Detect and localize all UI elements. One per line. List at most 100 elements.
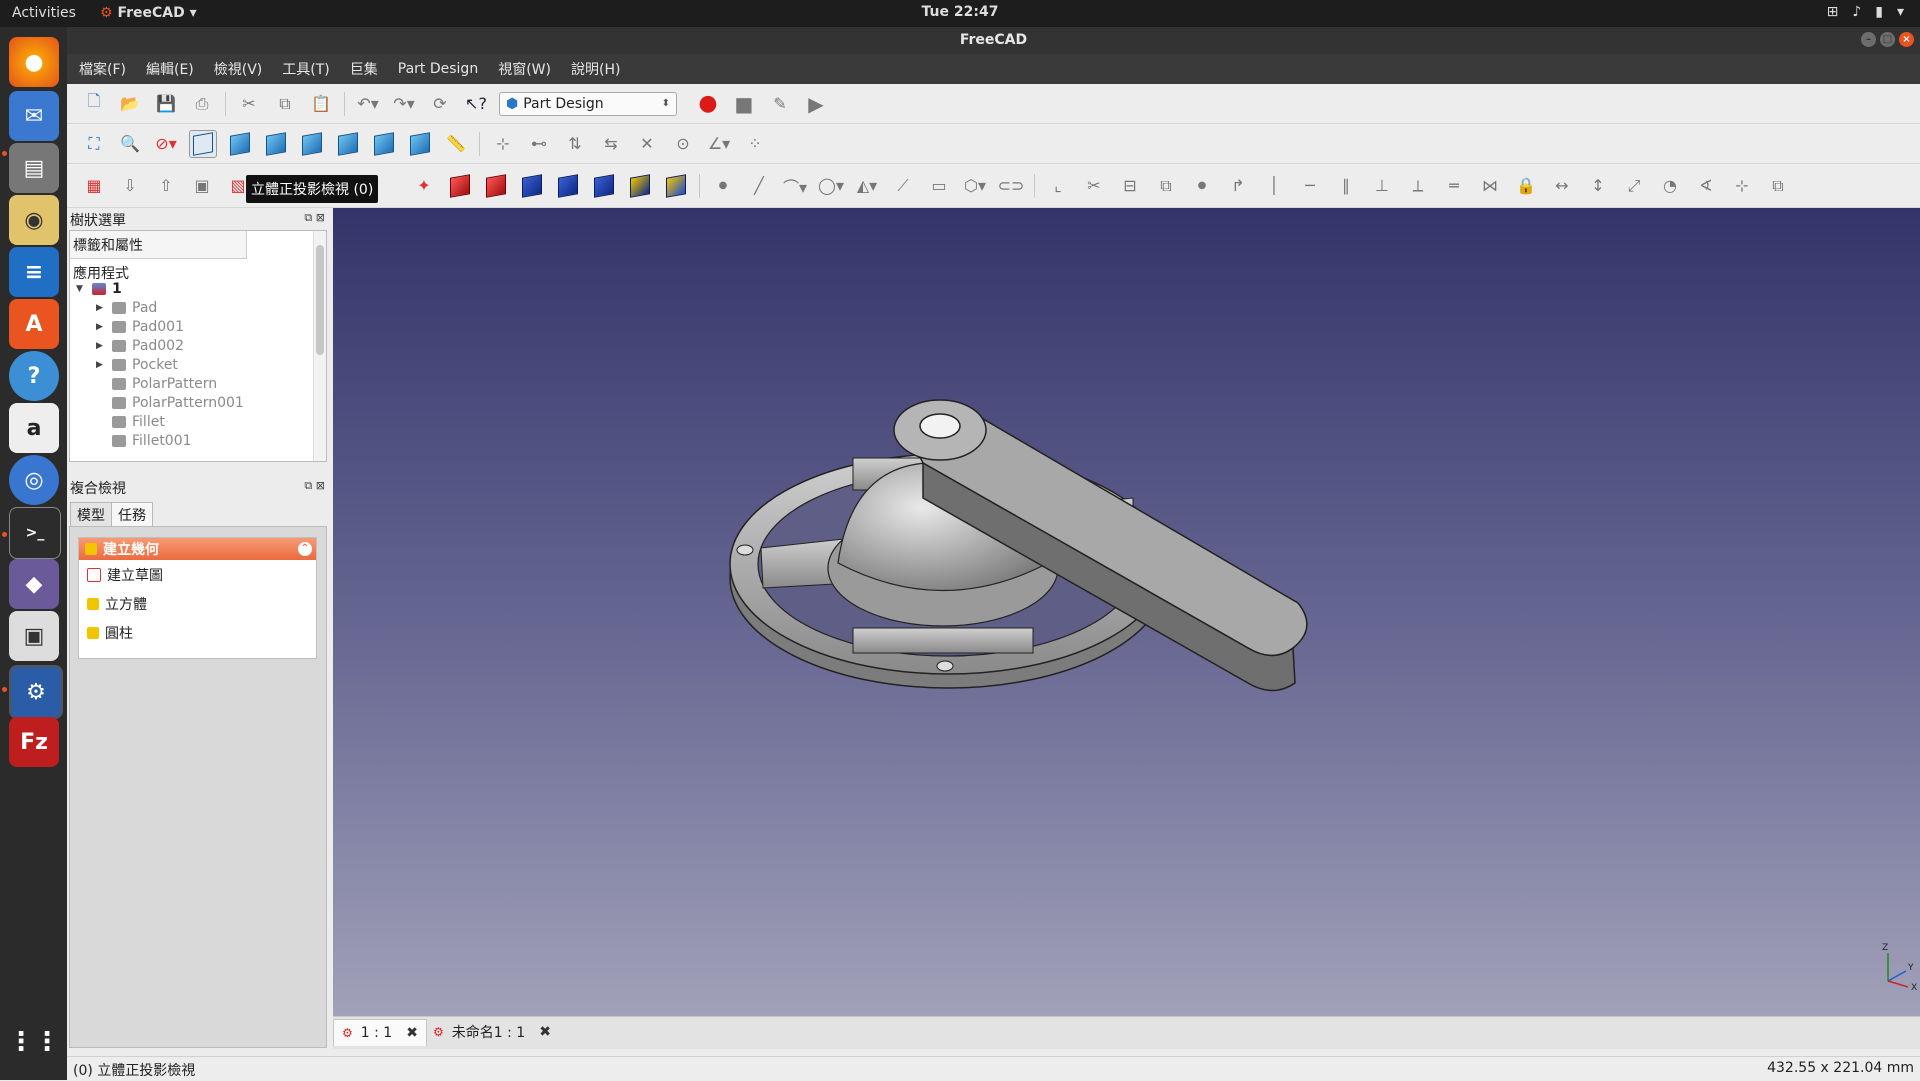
map-sketch-icon[interactable]: ▣ [189, 173, 215, 199]
tab-model[interactable]: 模型 [70, 502, 112, 528]
clock[interactable]: Tue 22:47 [0, 4, 1920, 20]
expand-triangle-icon[interactable]: ▶ [96, 360, 106, 370]
measure-distance-icon[interactable]: 📏 [443, 131, 469, 157]
revolution-icon[interactable] [483, 173, 509, 199]
filezilla-icon[interactable]: Fz [9, 717, 59, 767]
files-icon[interactable]: ▤ [9, 143, 59, 193]
constrain-point-on-curve-icon[interactable]: ↱ [1225, 173, 1251, 199]
close-icon[interactable]: × [1899, 32, 1914, 47]
tree-item[interactable]: PolarPattern [112, 376, 217, 392]
run-macro-icon[interactable]: ▶ [803, 91, 829, 117]
constrain-radius-icon[interactable]: ⊙ [670, 131, 696, 157]
terminal-icon[interactable]: >_ [9, 507, 61, 559]
fit-selection-icon[interactable]: 🔍 [117, 131, 143, 157]
3d-model[interactable] [333, 208, 1920, 1016]
fillet-icon[interactable]: ⌞ [1045, 173, 1071, 199]
menu-macro[interactable]: 巨集 [350, 59, 378, 79]
constrain-lock-icon[interactable]: 🔒 [1513, 173, 1539, 199]
tree-view[interactable]: 標籤和屬性 應用程式 ▼ 1 ▶ Pad ▶ Pad001 ▶ Pad002 ▶ Poc… [69, 230, 327, 462]
rectangle-icon[interactable]: ▭ [926, 173, 952, 199]
save-icon[interactable]: 💾 [153, 91, 179, 117]
draw-style-icon[interactable]: ⊘▾ [153, 131, 179, 157]
workbench-selector[interactable]: ⬢ Part Design ⬍ [499, 91, 677, 116]
additive-loft-icon[interactable] [627, 173, 653, 199]
help-icon[interactable]: ? [9, 351, 59, 401]
constrain-tangent-icon[interactable]: ⟂ [1405, 173, 1431, 199]
constrain-perpendicular-icon[interactable]: ⊥ [1369, 173, 1395, 199]
polyline-icon[interactable]: ⟋ [890, 173, 916, 199]
hole-icon[interactable] [555, 173, 581, 199]
pocket-icon[interactable] [519, 173, 545, 199]
show-apps-icon[interactable]: ⋮⋮ [8, 1017, 60, 1067]
polygon-icon[interactable]: ⬡▾ [962, 173, 988, 199]
arc-icon[interactable]: ⌒▾ [782, 173, 808, 199]
task-panel-header[interactable]: 建立幾何 ⌃ [79, 538, 316, 560]
import-icon[interactable]: ⇧ [153, 173, 179, 199]
print-icon[interactable]: ⎙ [189, 91, 215, 117]
bottom-view-icon[interactable] [371, 131, 397, 157]
constrain-horizontal-distance-icon[interactable]: ⇆ [598, 131, 624, 157]
constrain-horizontal-icon[interactable]: ─ [1297, 173, 1323, 199]
task-create-cube[interactable]: 立方體 [79, 589, 316, 618]
constrain-snell-icon[interactable]: ⊹ [1729, 173, 1755, 199]
text-editor-icon[interactable]: ◆ [9, 559, 59, 609]
menu-part-design[interactable]: Part Design [398, 61, 478, 77]
carbon-copy-icon[interactable]: ⧉ [1153, 173, 1179, 199]
camera-icon[interactable]: ▣ [9, 611, 59, 661]
copy-icon[interactable]: ⧉ [272, 91, 298, 117]
close-tab-icon[interactable]: ✖ [539, 1024, 551, 1040]
fit-all-icon[interactable]: ⛶ [81, 131, 107, 157]
minimize-icon[interactable]: – [1861, 32, 1876, 47]
groove-icon[interactable] [591, 173, 617, 199]
menu-file[interactable]: 檔案(F) [79, 59, 126, 79]
cut-icon[interactable]: ✂ [236, 91, 262, 117]
redo-icon[interactable]: ↷▾ [391, 91, 417, 117]
tab-tasks[interactable]: 任務 [111, 502, 153, 528]
expand-triangle-icon[interactable]: ▶ [96, 322, 106, 332]
maximize-icon[interactable]: □ [1880, 32, 1895, 47]
refresh-icon[interactable]: ⟳ [427, 91, 453, 117]
tree-root-document[interactable]: ▼ 1 [76, 281, 122, 297]
menu-help[interactable]: 說明(H) [571, 59, 620, 79]
scrollbar-thumb[interactable] [316, 245, 324, 355]
create-sketch-icon[interactable]: ▦ [81, 173, 107, 199]
trim-icon[interactable]: ✂ [1081, 173, 1107, 199]
doc-tab-untitled[interactable]: ⚙ 未命名1 : 1 ✖ [425, 1019, 559, 1045]
amazon-icon[interactable]: a [9, 403, 59, 453]
tree-item[interactable]: ▶ Pad [96, 300, 157, 316]
left-view-icon[interactable] [407, 131, 433, 157]
toggle-construction-icon[interactable]: ⧉ [1765, 173, 1791, 199]
tree-item[interactable]: Fillet [112, 414, 165, 430]
libreoffice-writer-icon[interactable]: ≡ [9, 247, 59, 297]
pad-icon[interactable] [447, 173, 473, 199]
constrain-equal-icon[interactable]: ═ [1441, 173, 1467, 199]
tree-column-header[interactable]: 標籤和屬性 [70, 231, 247, 259]
tree-item[interactable]: ▶ Pad001 [96, 319, 184, 335]
menu-windows[interactable]: 視窗(W) [498, 59, 551, 79]
record-macro-icon[interactable]: ● [695, 91, 721, 117]
open-icon[interactable]: 📂 [117, 91, 143, 117]
software-center-icon[interactable]: A [9, 299, 59, 349]
expand-triangle-icon[interactable]: ▶ [96, 303, 106, 313]
top-view-icon[interactable] [263, 131, 289, 157]
undo-icon[interactable]: ↶▾ [355, 91, 381, 117]
close-panel-icon[interactable]: ⊠ [316, 211, 325, 224]
line-icon[interactable]: ╱ [746, 173, 772, 199]
combo-panel-buttons[interactable]: ⧉ ⊠ [304, 479, 325, 493]
constrain-symmetric-point-icon[interactable]: ⋈ [1477, 173, 1503, 199]
close-panel-icon[interactable]: ⊠ [316, 479, 325, 492]
firefox-icon[interactable]: ● [9, 37, 59, 87]
isometric-view-icon[interactable] [189, 129, 217, 158]
rhythmbox-icon[interactable]: ◉ [9, 195, 59, 245]
constrain-coincident-point-icon[interactable]: ● [1189, 173, 1215, 199]
system-tray[interactable]: ⊞ ♪ ▮ ▾ [1827, 4, 1904, 20]
collapse-triangle-icon[interactable]: ▼ [76, 284, 86, 294]
constrain-vertical-dist-icon[interactable]: ↕ [1585, 173, 1611, 199]
menu-view[interactable]: 檢視(V) [214, 59, 263, 79]
rear-view-icon[interactable] [335, 131, 361, 157]
stop-macro-icon[interactable]: ■ [731, 91, 757, 117]
constrain-angle-icon[interactable]: ∠▾ [706, 131, 732, 157]
tree-scrollbar[interactable] [313, 231, 326, 461]
rectangular-array-icon[interactable]: ⁘ [742, 131, 768, 157]
close-tab-icon[interactable]: ✖ [406, 1025, 418, 1041]
